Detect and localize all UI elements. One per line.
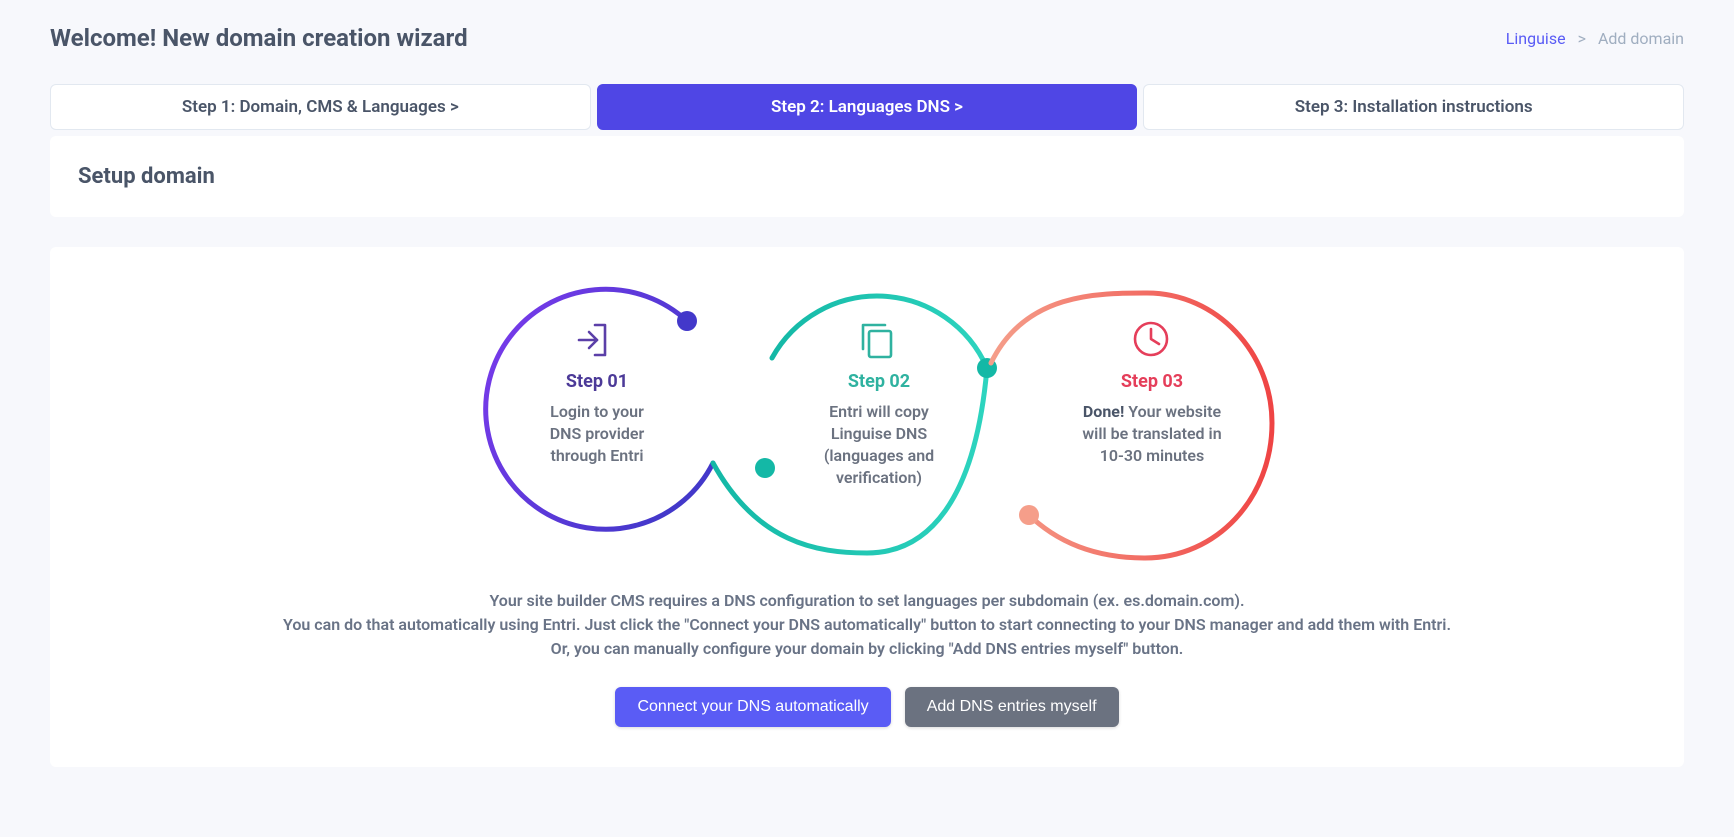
setup-section: Setup domain (50, 136, 1684, 217)
section-title: Setup domain (78, 164, 1656, 189)
step3-line2: will be translated in (1082, 424, 1221, 443)
description-line-2: You can do that automatically using Entr… (118, 613, 1616, 637)
copy-icon (863, 325, 891, 357)
steps-diagram: Step 01 Login to your DNS provider throu… (78, 283, 1656, 563)
step3-line3: 10-30 minutes (1100, 446, 1205, 465)
step2-line1: Entri will copy (829, 402, 929, 421)
step2-label: Step 02 (848, 371, 910, 392)
breadcrumb-separator: > (1578, 29, 1586, 48)
clock-icon (1135, 323, 1167, 355)
description-text: Your site builder CMS requires a DNS con… (118, 589, 1616, 661)
step1-line2: DNS provider (550, 424, 645, 443)
step1-line3: through Entri (550, 446, 643, 465)
step1-line1: Login to your (550, 402, 644, 421)
page-title: Welcome! New domain creation wizard (50, 24, 468, 52)
step3-line1: Done! Your website (1083, 402, 1222, 421)
tab-step-1[interactable]: Step 1: Domain, CMS & Languages > (50, 84, 591, 130)
description-line-1: Your site builder CMS requires a DNS con… (118, 589, 1616, 613)
description-line-3: Or, you can manually configure your doma… (118, 637, 1616, 661)
step2-line3: (languages and (824, 446, 934, 465)
login-icon (579, 325, 605, 355)
add-dns-manual-button[interactable]: Add DNS entries myself (905, 687, 1119, 727)
step1-label: Step 01 (566, 371, 628, 392)
step2-line2: Linguise DNS (831, 424, 927, 443)
tab-step-2[interactable]: Step 2: Languages DNS > (597, 84, 1138, 130)
connect-dns-button[interactable]: Connect your DNS automatically (615, 687, 890, 727)
step3-label: Step 03 (1121, 371, 1183, 392)
step2-line4: verification) (836, 468, 922, 487)
breadcrumb-link-linguise[interactable]: Linguise (1506, 29, 1566, 48)
main-panel: Step 01 Login to your DNS provider throu… (50, 247, 1684, 767)
action-buttons: Connect your DNS automatically Add DNS e… (78, 687, 1656, 727)
wizard-steps: Step 1: Domain, CMS & Languages > Step 2… (50, 84, 1684, 130)
breadcrumb: Linguise > Add domain (1506, 29, 1684, 48)
breadcrumb-current: Add domain (1598, 29, 1684, 48)
tab-step-3[interactable]: Step 3: Installation instructions (1143, 84, 1684, 130)
